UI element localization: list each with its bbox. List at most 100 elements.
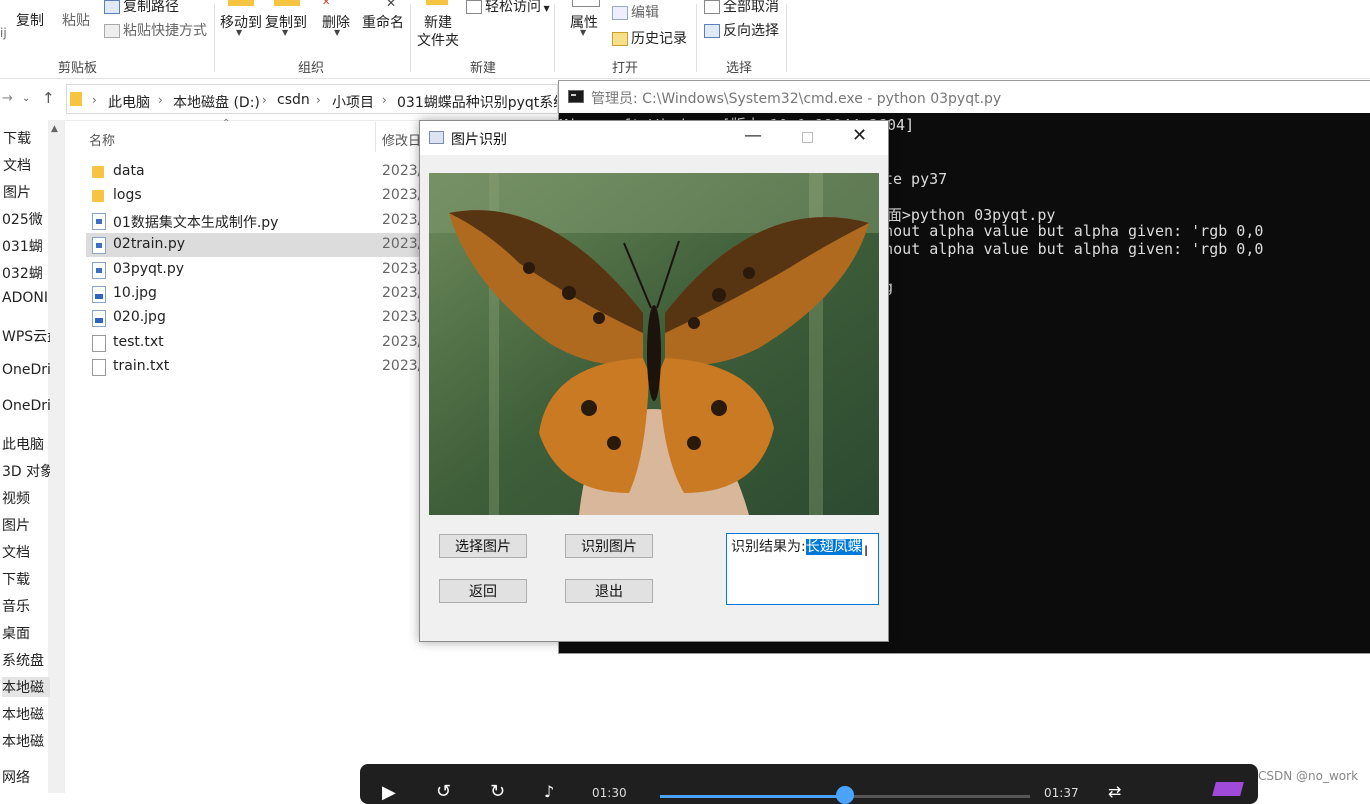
copy-path-button[interactable]: 复制路径 (104, 0, 179, 16)
nav-item[interactable]: 系统盘 (2, 650, 50, 670)
file-name: 02train.py (113, 236, 186, 253)
forward-arrow-icon[interactable]: → (2, 91, 13, 106)
nav-item[interactable]: 本地磁 (2, 677, 50, 697)
dialog-app-icon (429, 131, 444, 144)
breadcrumb-this-pc[interactable]: 此电脑 (108, 92, 150, 112)
image-file-icon (92, 286, 106, 303)
nav-item[interactable]: 032蝴 (2, 263, 50, 283)
nav-item[interactable]: 下载 (2, 569, 50, 589)
select-none-button[interactable]: 全部取消 (704, 0, 779, 16)
column-header-name[interactable]: 名称 (89, 130, 115, 149)
nav-item[interactable]: 图片 (2, 515, 50, 535)
back-button[interactable]: 返回 (439, 579, 527, 603)
breadcrumb-local-disk[interactable]: 本地磁盘 (D:) (173, 92, 260, 112)
progress-handle[interactable] (836, 786, 854, 804)
nav-item[interactable]: 桌面 (2, 623, 50, 643)
time-current: 01:30 (592, 786, 627, 800)
volume-icon[interactable]: ♪ (544, 782, 554, 801)
ribbon-separator (786, 4, 787, 72)
butterfly-image (429, 173, 879, 515)
column-divider[interactable] (375, 122, 376, 152)
minimize-icon[interactable]: — (744, 125, 762, 146)
column-header-date[interactable]: 修改日 (382, 130, 421, 149)
paste-shortcut-button[interactable]: 粘贴快捷方式 (104, 20, 207, 40)
nav-item[interactable]: 此电脑 (2, 434, 50, 454)
nav-item[interactable]: 视频 (2, 488, 50, 508)
exit-button[interactable]: 退出 (565, 579, 653, 603)
close-icon[interactable]: ✕ (852, 125, 867, 146)
nav-item[interactable]: ADONI (2, 290, 50, 306)
nav-item[interactable]: 031蝴 (2, 236, 50, 256)
nav-item[interactable]: 3D 对象 (2, 461, 50, 481)
file-row[interactable]: logs 2023/ (86, 184, 426, 208)
select-image-button[interactable]: 选择图片 (439, 534, 527, 558)
file-row[interactable]: 10.jpg 2023/ (86, 282, 426, 306)
new-folder-icon (426, 0, 448, 5)
text-file-icon (92, 359, 106, 377)
paste-shortcut-icon (104, 24, 120, 38)
edit-button[interactable]: 编辑 (612, 2, 659, 22)
group-organize-label: 组织 (298, 61, 325, 76)
nav-item[interactable]: 下载 (3, 128, 51, 148)
dialog-title: 图片识别 (451, 132, 507, 148)
file-date: 2023/ (382, 236, 423, 253)
file-date: 2023/ (382, 285, 423, 301)
invert-selection-button[interactable]: 反向选择 (704, 20, 779, 40)
file-row[interactable]: 03pyqt.py 2023/ (86, 258, 426, 282)
file-row[interactable]: 020.jpg 2023/ (86, 306, 426, 330)
breadcrumb-small-projects[interactable]: 小项目 (332, 92, 374, 112)
breadcrumb-csdn[interactable]: csdn (277, 92, 310, 108)
breadcrumb-project-folder[interactable]: 031蝴蝶品种识别pyqt系统 (397, 92, 557, 112)
ribbon-separator (214, 4, 215, 72)
easy-access-button[interactable]: 轻松访问 ▼ (466, 0, 550, 16)
dialog-title-bar[interactable]: 图片识别 — ✕ (420, 121, 888, 155)
invert-selection-label: 反向选择 (723, 23, 779, 39)
cmd-title: 管理员: C:\Windows\System32\cmd.exe - pytho… (591, 91, 1002, 107)
nav-item[interactable]: 网络 (2, 767, 50, 787)
ribbon-separator (696, 4, 697, 72)
recognize-image-button[interactable]: 识别图片 (565, 534, 653, 558)
file-name: test.txt (113, 333, 164, 350)
rename-button[interactable]: 重命名 (362, 12, 404, 32)
nav-item[interactable]: 音乐 (2, 596, 50, 616)
nav-item[interactable]: OneDriv (2, 398, 50, 414)
nav-item[interactable]: OneDriv (2, 362, 50, 378)
nav-item[interactable]: 文档 (2, 542, 50, 562)
folder-icon (92, 166, 104, 178)
scroll-up-icon[interactable]: ▲ (51, 124, 58, 134)
progress-fill (660, 795, 840, 798)
file-date: 2023/ (382, 260, 423, 277)
nav-item[interactable]: WPS云盘 (2, 326, 50, 346)
rewind-icon[interactable]: ↺ (436, 781, 451, 802)
file-row[interactable]: 02train.py 2023/ (86, 233, 426, 258)
copy-button[interactable]: 复制 (16, 10, 44, 30)
paste-button[interactable]: 粘贴 (62, 10, 90, 30)
invert-selection-icon (704, 24, 720, 38)
file-row[interactable]: data 2023/ (86, 160, 426, 184)
copy-to-icon (274, 0, 300, 6)
nav-item[interactable]: 本地磁 (2, 731, 50, 751)
history-button[interactable]: 历史记录 (612, 28, 687, 48)
select-none-label: 全部取消 (723, 0, 779, 15)
nav-item[interactable]: 文档 (3, 155, 51, 175)
butterfly-illustration (429, 173, 879, 515)
result-textbox[interactable]: 识别结果为:长翅凤蝶 I (726, 533, 879, 605)
file-date: 2023/ (382, 333, 423, 350)
nav-item[interactable]: 图片 (3, 182, 51, 202)
file-row[interactable]: test.txt 2023/ (86, 331, 426, 355)
new-folder-button-line1[interactable]: 新建 (424, 12, 452, 32)
file-row[interactable]: 01数据集文本生成制作.py 2023/ (86, 209, 426, 233)
recent-locations-chevron-icon[interactable]: ⌄ (22, 93, 30, 104)
breadcrumb-separator-icon: › (262, 93, 267, 107)
breadcrumb-separator-icon: › (92, 93, 97, 107)
forward-icon[interactable]: ↻ (490, 781, 505, 802)
cmd-title-bar[interactable]: 管理员: C:\Windows\System32\cmd.exe - pytho… (559, 81, 1370, 113)
file-row[interactable]: train.txt 2023/ (86, 355, 426, 379)
nav-item[interactable]: 本地磁 (2, 704, 50, 724)
nav-scrollbar[interactable]: ▲ (48, 120, 64, 793)
up-arrow-icon[interactable]: ↑ (42, 89, 55, 107)
shuffle-icon[interactable]: ⇄ (1108, 782, 1121, 801)
maximize-icon (802, 132, 813, 143)
nav-item[interactable]: 025微 (2, 209, 50, 229)
new-folder-button-line2[interactable]: 文件夹 (417, 30, 459, 50)
